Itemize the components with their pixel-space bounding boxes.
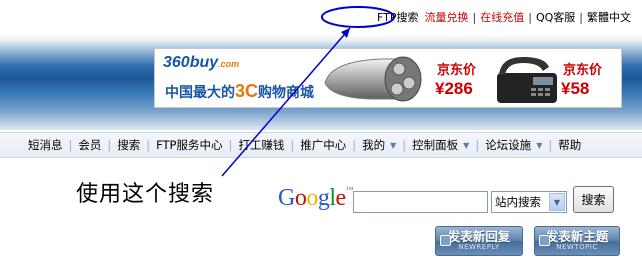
nav-item-my[interactable]: 我的 ▼	[356, 137, 402, 153]
topic-icon	[539, 235, 550, 246]
link-traditional-chinese[interactable]: 繁體中文	[584, 9, 634, 25]
nav-item-messages[interactable]: 短消息	[22, 137, 69, 153]
phone-image	[497, 57, 557, 103]
banner-slogan: 中国最大的3C购物商城	[165, 81, 315, 101]
chevron-down-icon: ▼	[463, 140, 470, 150]
price-label-1: 京东价	[437, 62, 477, 77]
link-online-recharge[interactable]: 在线充值	[477, 9, 527, 25]
link-qq-support[interactable]: QQ客服	[533, 9, 578, 25]
google-logo: Google™	[278, 185, 354, 211]
nav-item-earn-money[interactable]: 打工赚钱	[232, 137, 290, 153]
search-button[interactable]: 搜索	[573, 186, 614, 213]
search-input[interactable]	[353, 191, 488, 213]
search-scope-select[interactable]: 站内搜索 ▼	[491, 191, 567, 213]
nav-item-control-panel[interactable]: 控制面板 ▼	[406, 137, 475, 153]
banner-ad[interactable]: 360buy.com 中国最大的3C购物商城 京东价 ¥286 京东价 ¥58	[154, 48, 622, 108]
price-2: ¥58	[561, 79, 590, 98]
nav-item-promotion[interactable]: 推广中心	[294, 137, 352, 153]
nav-item-ftp-service[interactable]: FTP服务中心	[150, 137, 228, 153]
price-label-2: 京东价	[563, 62, 603, 77]
link-ftp-search[interactable]: FTP搜索	[374, 9, 422, 25]
shaver-image	[324, 56, 422, 102]
nav-item-forum-facilities[interactable]: 论坛设施 ▼	[479, 137, 548, 153]
nav-item-search[interactable]: 搜索	[111, 137, 146, 153]
nav-item-help[interactable]: 帮助	[552, 137, 587, 153]
banner-logo: 360buy.com	[163, 54, 240, 71]
new-topic-button[interactable]: 发表新主题 NEWTOPIC	[534, 226, 620, 256]
chevron-down-icon: ▼	[390, 140, 397, 150]
annotation-text: 使用这个搜索	[76, 182, 215, 207]
chevron-down-icon: ▼	[536, 140, 543, 150]
price-1: ¥286	[435, 79, 473, 98]
search-scope-value: 站内搜索	[495, 195, 541, 209]
top-links-bar: FTP搜索 流量兑换 | 在线充值 | QQ客服 | 繁體中文	[374, 9, 634, 25]
main-nav: 短消息 | 会员 | 搜索 | FTP服务中心 | 打工赚钱 | 推广中心 | …	[0, 132, 642, 158]
new-reply-button[interactable]: 发表新回复 NEWREPLY	[435, 226, 523, 256]
reply-icon	[440, 235, 451, 246]
link-traffic-exchange[interactable]: 流量兑换	[422, 9, 472, 25]
chevron-down-icon: ▼	[549, 193, 565, 211]
nav-item-members[interactable]: 会员	[72, 137, 107, 153]
